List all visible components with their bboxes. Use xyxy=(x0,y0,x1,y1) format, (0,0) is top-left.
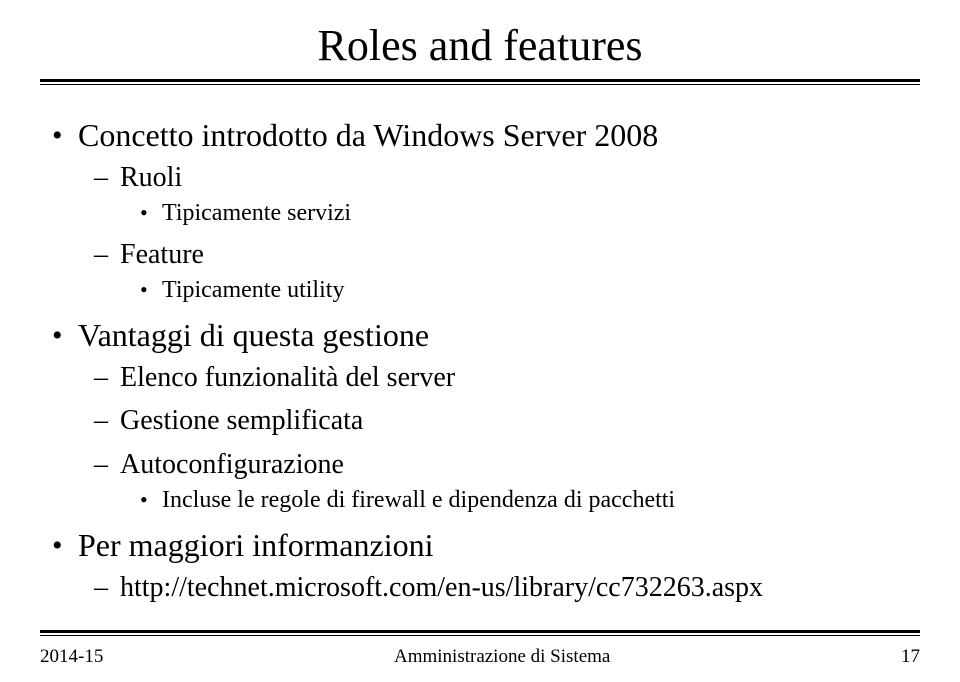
bullet-text: Ruoli xyxy=(120,162,182,193)
list-item: http://technet.microsoft.com/en-us/libra… xyxy=(120,568,920,607)
bullet-text: Per maggiori informanzioni xyxy=(78,527,433,563)
bullet-text: Vantaggi di questa gestione xyxy=(78,317,429,353)
list-item: Feature Tipicamente utility xyxy=(120,235,920,308)
list-item: Concetto introdotto da Windows Server 20… xyxy=(78,113,920,307)
title-divider xyxy=(40,79,920,85)
slide-title: Roles and features xyxy=(40,20,920,71)
footer-page-number: 17 xyxy=(901,646,920,668)
bullet-text: Elenco funzionalità del server xyxy=(120,362,455,393)
list-item: Ruoli Tipicamente servizi xyxy=(120,158,920,231)
footer-year: 2014-15 xyxy=(40,646,103,668)
footer-divider xyxy=(40,630,920,636)
list-item: Per maggiori informanzioni http://techne… xyxy=(78,523,920,607)
bullet-text: http://technet.microsoft.com/en-us/libra… xyxy=(120,572,763,603)
bullet-text: Feature xyxy=(120,239,204,270)
sub-sub-list: Tipicamente servizi xyxy=(120,197,920,231)
slide-footer: 2014-15 Amministrazione di Sistema 17 xyxy=(40,646,920,668)
list-item: Elenco funzionalità del server xyxy=(120,358,920,397)
sub-list: Elenco funzionalità del server Gestione … xyxy=(78,358,920,517)
list-item: Tipicamente utility xyxy=(162,274,920,308)
slide-content: Concetto introdotto da Windows Server 20… xyxy=(40,113,920,607)
sub-list: Ruoli Tipicamente servizi Feature Tipica… xyxy=(78,158,920,308)
list-item: Gestione semplificata xyxy=(120,401,920,440)
bullet-list: Concetto introdotto da Windows Server 20… xyxy=(50,113,920,607)
sub-sub-list: Tipicamente utility xyxy=(120,274,920,308)
bullet-text: Autoconfigurazione xyxy=(120,449,344,480)
bullet-text: Tipicamente utility xyxy=(162,277,344,303)
bullet-text: Concetto introdotto da Windows Server 20… xyxy=(78,117,658,153)
list-item: Autoconfigurazione Incluse le regole di … xyxy=(120,445,920,518)
bullet-text: Incluse le regole di firewall e dipenden… xyxy=(162,487,675,513)
bullet-text: Gestione semplificata xyxy=(120,405,363,436)
list-item: Incluse le regole di firewall e dipenden… xyxy=(162,484,920,518)
sub-list: http://technet.microsoft.com/en-us/libra… xyxy=(78,568,920,607)
sub-sub-list: Incluse le regole di firewall e dipenden… xyxy=(120,484,920,518)
bullet-text: Tipicamente servizi xyxy=(162,200,351,226)
list-item: Tipicamente servizi xyxy=(162,197,920,231)
list-item: Vantaggi di questa gestione Elenco funzi… xyxy=(78,313,920,517)
footer-title: Amministrazione di Sistema xyxy=(103,646,901,668)
